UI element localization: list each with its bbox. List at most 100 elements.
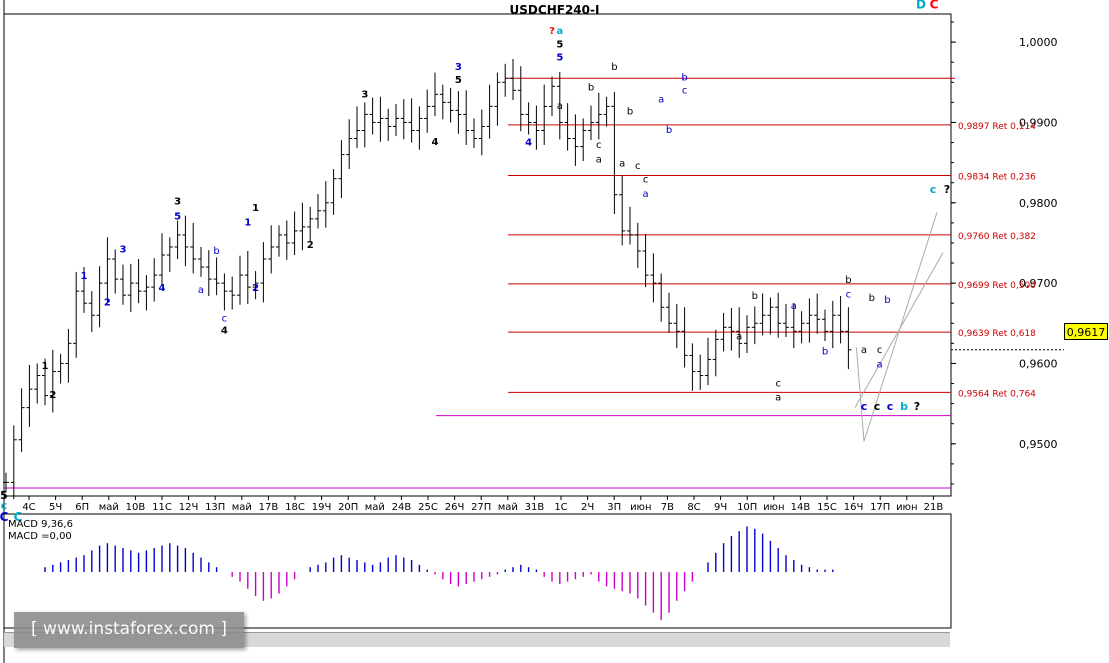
wave-label: 2 [104,298,111,309]
last-price-tag: 0,9617 [1064,323,1108,340]
y-tick-label: 0,9600 [1019,357,1058,370]
main-plot-frame [3,13,952,497]
macd-label-value: MACD =0,00 [8,531,72,542]
chart-window: USDCHF240-I 1,0000 0,9900 0,9800 0,9700 0,96… [0,0,1109,663]
x-tick-label: 20П [338,502,358,513]
x-tick-label: 24В [392,502,412,513]
x-tick-label: 31В [525,502,545,513]
wave-label: b [213,246,219,257]
wave-label: 1 [42,361,49,372]
x-tick-label: 27П [471,502,491,513]
wave-label: b [884,295,890,306]
wave-label: a [775,392,781,403]
wave-label: 3 [361,90,368,101]
x-tick-label: 13П [205,502,225,513]
wave-label: 1 [81,271,88,282]
fib-level-label: 0,9760 Ret 0,382 [958,232,1036,242]
wave-label: a [658,94,664,105]
macd-label-params: MACD 9,36,6 [8,519,73,530]
wave-label: c [222,314,228,325]
wave-label: b [869,293,875,304]
x-tick-label: 11C [152,502,172,513]
fib-level-label: 0,9699 Ret 0,500 [958,281,1036,291]
wave-label: 5 [556,40,563,51]
x-tick-label: 12Ч [179,502,199,513]
wave-label: 3 [120,245,127,256]
y-tick-label: 0,9800 [1019,197,1058,210]
wave-label: c [877,345,883,356]
wave-label: 3 [455,62,462,73]
wave-label: 2 [307,240,314,251]
forecast-wave-label: c [930,183,937,196]
x-tick-label: 6П [75,502,89,513]
y-tick-label: 1,0000 [1019,36,1058,49]
x-tick-label: июн [896,502,917,513]
wave-label: 3 [174,196,181,207]
wave-label: a [619,159,625,170]
x-tick-label: 9Ч [714,502,727,513]
price-chart: 1,00000,99000,98000,97000,96000,95004C 5Ч… [0,0,1064,663]
wave-label: c [682,86,688,97]
forecast-path [855,212,938,442]
wave-label: a [736,331,742,342]
wave-label: 1 [252,203,259,214]
x-tick-label: июн [630,502,651,513]
forecast-wave-label: D [916,0,926,11]
x-tick-label: 16Ч [844,502,864,513]
wave-label: 5 [174,212,181,223]
wave-label: b [845,275,851,286]
x-tick-label: 21В [924,502,944,513]
fib-level-label: 0,9639 Ret 0,618 [958,329,1036,339]
x-tick-label: 1C [554,502,567,513]
x-tick-label: 26Ч [445,502,465,513]
forecast-wave-label: c [887,400,894,413]
wave-label: 4 [432,137,439,148]
wave-label: b [611,62,617,73]
fib-level-label: 0,9834 Ret 0,236 [958,172,1036,182]
x-tick-label: 18C [285,502,305,513]
wave-label: 2 [252,283,259,294]
x-tick-label: 14В [791,502,811,513]
wave-label: a [198,285,204,296]
x-tick-label: 5Ч [49,502,62,513]
x-tick-label: 2Ч [581,502,594,513]
forecast-wave-label: ? [914,400,920,413]
wave-label: a [557,101,563,112]
wave-label: b [822,347,828,358]
x-tick-label: 10В [126,502,146,513]
wave-label: 5 [556,53,563,64]
x-tick-label: 15C [817,502,837,513]
x-tick-label: 10П [737,502,757,513]
forecast-wave-label: c [874,400,881,413]
wave-label: a [877,359,883,370]
x-tick-label: июн [763,502,784,513]
x-tick-label: 4C [22,502,35,513]
wave-label: c [635,161,641,172]
wave-label: 2 [49,390,56,401]
forecast-wave-label: b [900,400,908,413]
forecast-wave-label: c [861,400,868,413]
wave-label: a [643,189,649,200]
x-tick-label: 19Ч [312,502,332,513]
wave-label: a [596,155,602,166]
x-tick-label: 3П [607,502,621,513]
forecast-wave-label: C [930,0,939,11]
wave-label: c [596,140,602,151]
x-tick-label: 17П [870,502,890,513]
wave-label: c [643,175,649,186]
watermark-text: [ www.instaforex.com ] [31,619,227,639]
x-tick-label: май [365,502,385,513]
x-tick-label: 17В [259,502,279,513]
wave-label: b [752,291,758,302]
wave-label: c [775,379,781,390]
watermark: [ www.instaforex.com ] [14,612,244,648]
wave-label: 4 [159,283,166,294]
wave-label: 4 [525,138,532,149]
wave-label: c [846,290,852,301]
x-tick-label: 25C [418,502,438,513]
x-tick-label: май [232,502,252,513]
x-tick-label: 7В [661,502,674,513]
wave-label: b [681,73,687,84]
wave-label: 5 [455,75,462,86]
y-tick-label: 0,9500 [1019,438,1058,451]
